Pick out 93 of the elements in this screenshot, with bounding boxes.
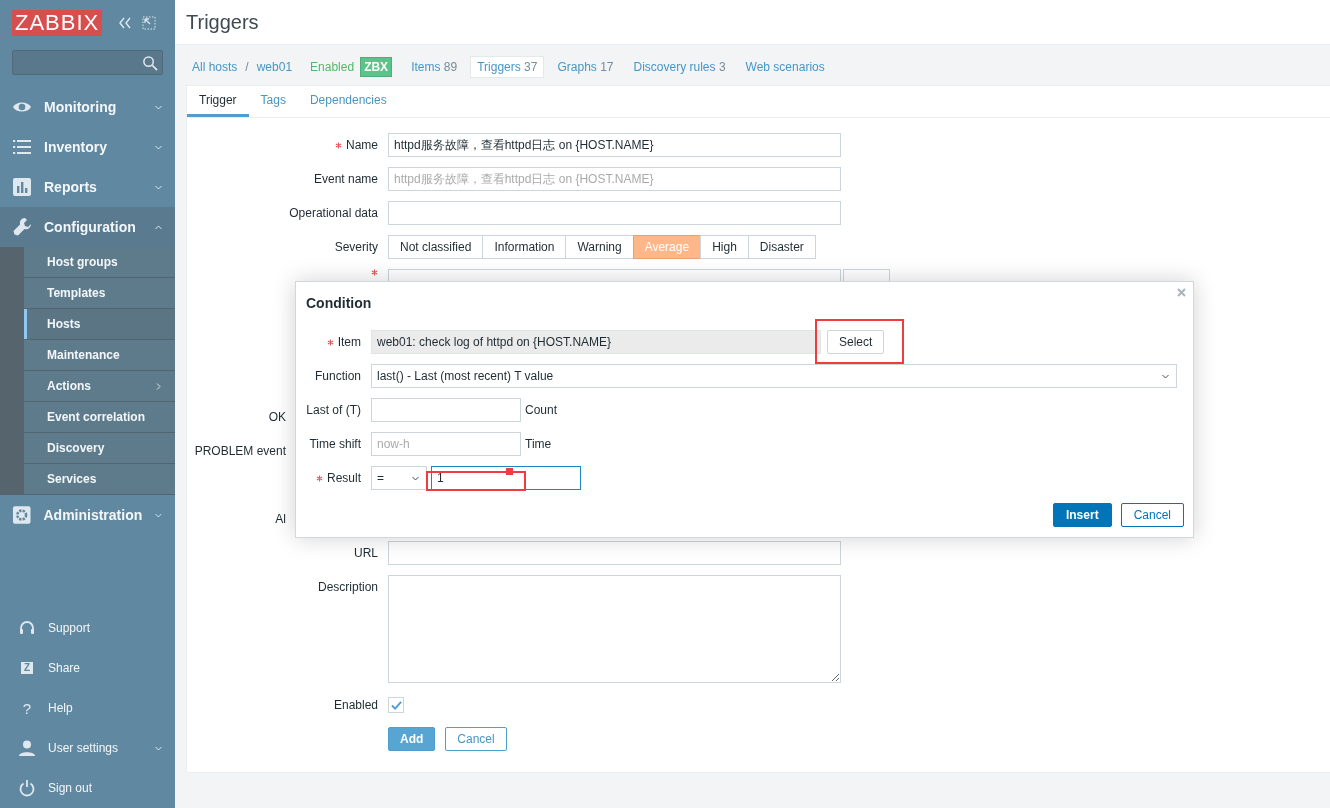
share-icon: Z: [21, 662, 33, 674]
cancel-button[interactable]: Cancel: [1120, 503, 1184, 527]
menu-item[interactable]: Sign out: [0, 768, 175, 808]
list-icon: [12, 137, 32, 157]
form-tab[interactable]: Trigger: [187, 86, 249, 117]
host-tab[interactable]: Discovery rules 3: [626, 56, 733, 78]
search-icon: [142, 54, 158, 71]
bar-chart-icon: [12, 177, 32, 197]
text-field[interactable]: httpd服务故障，查看httpd日志 on {HOST.NAME}: [388, 167, 841, 191]
menu-item[interactable]: User settings: [0, 728, 175, 768]
submenu-item[interactable]: Host groups: [24, 247, 175, 278]
field-label: OK: [268, 409, 286, 426]
power-icon: [18, 779, 36, 797]
menu-item[interactable]: Inventory: [0, 127, 175, 167]
form-tab[interactable]: Tags: [248, 86, 298, 117]
text-field[interactable]: [371, 398, 521, 422]
wrench-icon: [12, 217, 32, 237]
agent-badge: ZBX: [360, 57, 393, 77]
item-field[interactable]: web01: check log of httpd on {HOST.NAME}: [371, 330, 821, 354]
operator-select[interactable]: =: [371, 466, 427, 490]
checkbox[interactable]: [388, 697, 404, 713]
submenu-item[interactable]: Services: [24, 464, 175, 495]
headset-icon: [18, 619, 36, 637]
menu-item[interactable]: Configuration: [0, 207, 175, 247]
field-label: Severity: [334, 239, 378, 256]
field-label: URL: [354, 545, 378, 562]
unit-label: Time: [525, 437, 552, 451]
field-label: Event name: [313, 171, 378, 188]
required-icon: [326, 338, 334, 346]
submenu-item[interactable]: Event correlation: [24, 402, 175, 433]
description-field[interactable]: [388, 575, 841, 683]
field-label: Name: [346, 137, 378, 154]
submenu-item[interactable]: Discovery: [24, 433, 175, 464]
field-label: Item: [337, 335, 361, 349]
menu-item[interactable]: ? Help: [0, 688, 175, 728]
severity-option[interactable]: Warning: [565, 235, 634, 259]
chevron-right-icon: [154, 381, 163, 391]
help-icon: ?: [18, 699, 36, 717]
page-title: Triggers: [186, 10, 259, 34]
cancel-button[interactable]: Cancel: [445, 727, 507, 751]
field-label: Description: [317, 579, 378, 596]
select-button[interactable]: Select: [827, 330, 885, 354]
menu-item[interactable]: Support: [0, 608, 175, 648]
logo[interactable]: ZABBIX: [12, 10, 103, 36]
dialog-title: Condition: [306, 295, 372, 311]
form-tab[interactable]: Dependencies: [297, 86, 399, 117]
menu-item[interactable]: Z Share: [0, 648, 175, 688]
person-icon: [18, 739, 36, 757]
required-icon: [371, 269, 378, 276]
submenu-item[interactable]: Actions: [24, 371, 175, 402]
menu-item[interactable]: Administration: [0, 495, 175, 535]
function-select[interactable]: last() - Last (most recent) T value: [371, 364, 1177, 388]
field-label: Al: [275, 511, 286, 528]
breadcrumb-separator: /: [244, 60, 250, 74]
search-field[interactable]: [12, 50, 163, 75]
submenu-item[interactable]: Templates: [24, 278, 175, 309]
text-field[interactable]: httpd服务故障，查看httpd日志 on {HOST.NAME}: [388, 133, 841, 157]
field-label: Result: [327, 471, 361, 485]
required-icon: [335, 141, 342, 149]
severity-option[interactable]: High: [700, 235, 749, 259]
text-field[interactable]: [388, 541, 841, 565]
submenu-item[interactable]: Maintenance: [24, 340, 175, 371]
required-icon: [316, 474, 323, 482]
field-label: Function: [314, 369, 361, 383]
menu-item[interactable]: Monitoring: [0, 87, 175, 127]
field-label: Operational data: [289, 205, 378, 222]
breadcrumb-link[interactable]: web01: [250, 60, 299, 74]
menu-item[interactable]: Reports: [0, 167, 175, 207]
check-icon: [390, 699, 402, 711]
severity-option[interactable]: Information: [482, 235, 567, 259]
host-tab[interactable]: Graphs 17: [550, 56, 621, 78]
field-label: Last of (T): [306, 403, 361, 417]
breadcrumb-link[interactable]: All hosts: [186, 60, 244, 74]
collapse-icon[interactable]: [118, 16, 133, 30]
severity-option[interactable]: Not classified: [388, 235, 484, 259]
insert-button[interactable]: Insert: [1052, 503, 1112, 527]
status-text: Enabled: [309, 60, 356, 74]
field-label: Time shift: [309, 437, 361, 451]
text-field[interactable]: now-h: [371, 432, 521, 456]
unit-label: Count: [525, 403, 558, 417]
submenu-item[interactable]: Hosts: [24, 309, 175, 340]
host-tab[interactable]: Web scenarios: [738, 56, 832, 78]
field-label: Enabled: [333, 697, 378, 714]
host-tab[interactable]: Items 89: [404, 56, 465, 78]
fullscreen-icon[interactable]: [142, 16, 157, 30]
field-label: PROBLEM event: [194, 443, 286, 460]
add-button[interactable]: Add: [388, 727, 436, 751]
close-icon[interactable]: [1176, 287, 1187, 298]
host-tab[interactable]: Triggers 37: [470, 56, 545, 78]
severity-option[interactable]: Disaster: [747, 235, 816, 259]
resize-handle: [506, 468, 513, 475]
gear-icon: [12, 505, 32, 525]
text-field[interactable]: [388, 201, 841, 225]
